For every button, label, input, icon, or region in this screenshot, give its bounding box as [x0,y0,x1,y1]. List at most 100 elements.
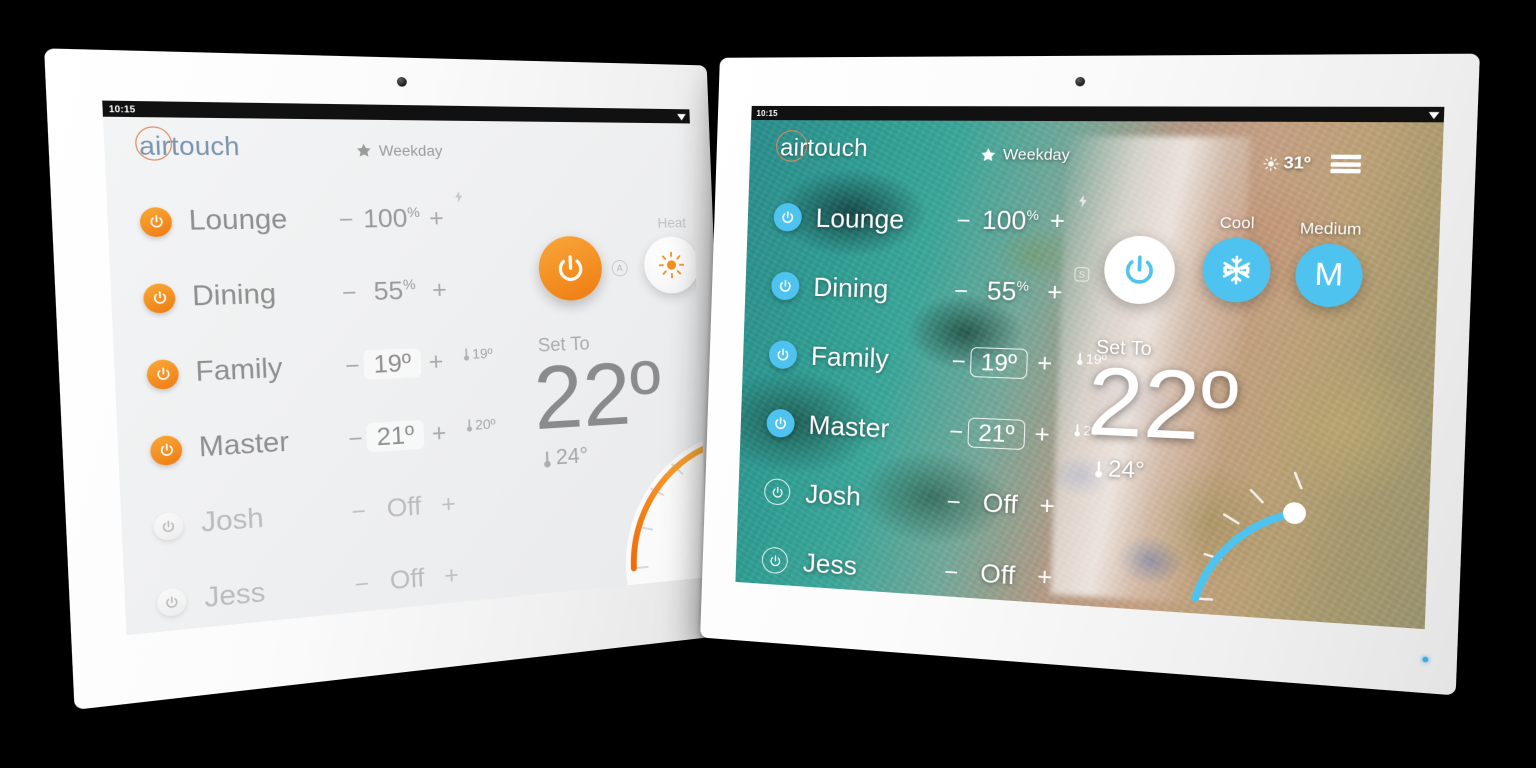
brand-logo-right: airtouch [775,130,869,163]
sun-icon [657,251,685,280]
zone-name-right: Master [808,408,890,444]
outside-weather: 31º [1263,154,1311,174]
thermometer-icon [462,347,470,361]
decrease-button[interactable]: − [347,496,371,526]
decrease-button[interactable]: − [949,276,973,305]
decrease-button[interactable]: − [334,205,358,234]
left-tablet: 10:15 airtouch Weekday Lounge − 100% + D… [44,48,730,710]
star-icon [355,142,372,158]
favourite-label-right: Weekday [1002,145,1070,165]
zone-value-unit: % [1016,277,1030,294]
thermometer-icon [465,418,473,432]
increase-button[interactable]: + [1045,207,1070,237]
hamburger-menu-icon[interactable] [1330,154,1362,174]
increase-button[interactable]: + [1032,349,1057,379]
zone-value-right[interactable]: 19º [969,346,1029,379]
zone-value-left: 100% [357,204,427,235]
temperature-dial-right[interactable] [1145,426,1445,630]
current-temp-right: 24° [1093,455,1145,485]
zone-name-left: Lounge [188,204,288,237]
brand-name-right: airtouch [779,134,869,163]
thermometer-icon [542,450,552,468]
wifi-icon [677,112,686,121]
increase-button[interactable]: + [428,418,451,448]
increase-button[interactable]: + [1032,563,1057,594]
zone-name-left: Josh [200,502,265,539]
decrease-button[interactable]: − [337,278,361,307]
increase-button[interactable]: + [437,489,460,519]
thermometer-icon [1076,352,1084,366]
zone-power-toggle[interactable] [149,434,183,466]
status-time-right: 10:15 [756,108,778,118]
zone-power-toggle[interactable] [773,202,803,232]
zone-name-left: Family [194,352,284,388]
zone-stepper-right: − 21º + [944,416,1054,451]
increase-button[interactable]: + [1042,278,1067,308]
zone-name-right: Family [810,339,890,374]
brand-name-left: airtouch [138,130,241,161]
zone-value-number: 55 [986,276,1017,307]
decrease-button[interactable]: − [952,206,976,234]
favourite-left[interactable]: Weekday [355,141,443,159]
increase-button[interactable]: + [440,560,463,591]
favourite-right[interactable]: Weekday [979,146,1070,164]
decrease-button[interactable]: − [944,417,968,446]
zone-sensor-left: 20º [465,416,496,434]
zone-value-left[interactable]: 19º [362,348,422,380]
decrease-button[interactable]: − [350,569,374,599]
zone-value-right: 55% [972,276,1043,308]
increase-button[interactable]: + [425,347,448,377]
zone-power-toggle[interactable] [768,340,798,370]
increase-button[interactable]: + [1030,420,1055,450]
zone-power-toggle[interactable] [763,478,791,506]
increase-button[interactable]: + [425,204,448,233]
favourite-label-left: Weekday [378,141,443,160]
zone-power-toggle[interactable] [139,206,173,237]
zone-value-unit: % [402,275,416,293]
system-mode-label-right: Cool [1219,213,1255,233]
decrease-button[interactable]: − [942,487,966,516]
zone-power-toggle[interactable] [142,282,176,314]
zone-stepper-left: − Off + [347,489,460,528]
zone-stepper-left: − 21º + [344,418,451,453]
decrease-button[interactable]: − [947,347,971,376]
zone-power-toggle[interactable] [770,271,800,301]
zone-value-right[interactable]: 21º [967,416,1026,450]
decrease-button[interactable]: − [341,351,365,380]
zone-stepper-left: − Off + [350,560,463,600]
zone-stepper-right: − 55% + [949,275,1067,308]
zone-value-left: Off [386,491,422,524]
zone-name-left: Jess [203,576,266,614]
zone-stepper-left: − 55% + [337,275,451,308]
zone-value-right: Off [982,488,1019,520]
star-icon [980,146,997,163]
screen-left: 10:15 airtouch Weekday Lounge − 100% + D… [102,100,708,636]
zone-sensor-value: 19º [471,345,493,362]
increase-button[interactable]: + [428,275,451,304]
zone-power-toggle[interactable] [766,408,796,439]
status-bar-right: 10:15 [751,105,1445,123]
fan-speed-label: Medium [1299,219,1362,240]
increase-button[interactable]: + [1035,492,1060,523]
svg-text:S: S [1079,270,1086,280]
zone-power-toggle[interactable] [153,511,184,541]
snowflake-icon [1219,254,1254,287]
status-time-left: 10:15 [108,103,136,115]
zone-power-toggle[interactable] [156,586,188,617]
zone-sensor-left: 19º [462,345,493,362]
zone-name-right: Josh [804,477,862,512]
zone-power-toggle[interactable] [761,546,789,575]
current-temp-value-left: 24° [555,443,589,470]
decrease-button[interactable]: − [344,424,368,454]
decrease-button[interactable]: − [939,557,963,586]
outside-temp: 31º [1283,154,1312,173]
zone-value-left[interactable]: 21º [366,419,425,453]
zone-name-right: Jess [802,546,858,581]
zone-name-left: Master [198,426,290,464]
zone-power-toggle[interactable] [146,358,180,390]
zone-stepper-right: − 19º + [947,346,1057,380]
zone-stepper-left: − 100% + [334,203,448,234]
zone-value-left: Off [389,563,425,596]
zone-name-right: Dining [812,270,889,304]
ui-right: airtouch Weekday 31º Lounge − 100% + Din… [735,106,1444,629]
